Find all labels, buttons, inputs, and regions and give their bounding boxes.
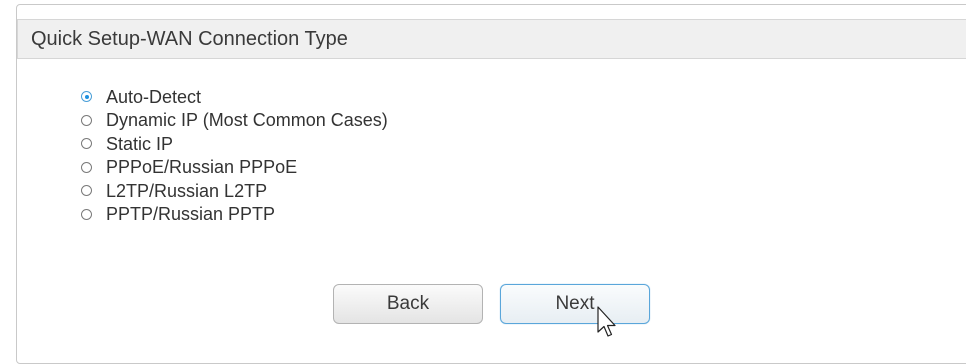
panel-header: Quick Setup-WAN Connection Type [17,19,966,59]
wan-option-static-ip[interactable]: Static IP [78,132,678,156]
option-label: Auto-Detect [106,86,202,107]
wan-type-radio-group: Auto-Detect Dynamic IP (Most Common Case… [78,85,678,226]
wan-option-pptp[interactable]: PPTP/Russian PPTP [78,203,678,227]
page-title: Quick Setup-WAN Connection Type [31,28,348,50]
radio-button[interactable] [81,208,92,220]
radio-button[interactable] [81,138,92,150]
mouse-pointer-icon [597,306,616,337]
wan-option-dynamic-ip[interactable]: Dynamic IP (Most Common Cases) [78,109,678,133]
option-label: Static IP [106,133,174,154]
option-label: L2TP/Russian L2TP [106,180,268,201]
back-button[interactable]: Back [333,284,483,324]
radio-button[interactable] [81,161,92,173]
option-label: PPPoE/Russian PPPoE [106,157,298,178]
wan-option-l2tp[interactable]: L2TP/Russian L2TP [78,179,678,203]
radio-button[interactable] [81,185,92,197]
wan-option-pppoe[interactable]: PPPoE/Russian PPPoE [78,156,678,180]
option-label: Dynamic IP (Most Common Cases) [106,110,388,131]
radio-button[interactable] [81,91,92,103]
radio-button[interactable] [81,114,92,126]
wan-option-auto-detect[interactable]: Auto-Detect [78,85,678,109]
next-button[interactable]: Next [500,284,650,324]
option-label: PPTP/Russian PPTP [106,204,276,225]
